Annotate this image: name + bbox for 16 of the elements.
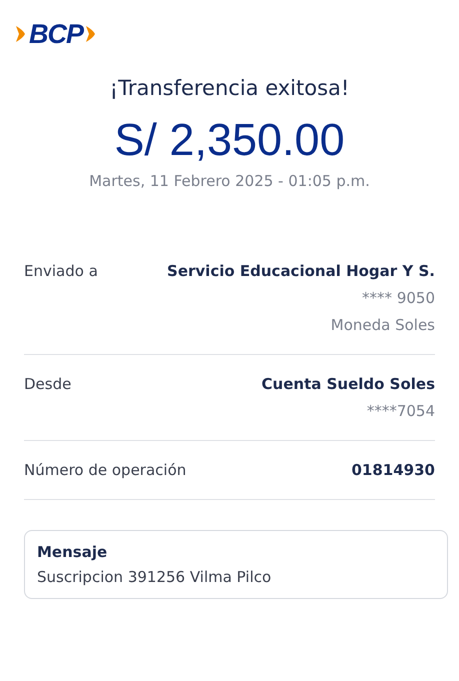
logo-text: BCP — [29, 18, 84, 50]
date: Martes, 11 Febrero 2025 - 01:05 p.m. — [88, 172, 371, 190]
detail-value: Cuenta Sueldo Soles — [262, 375, 435, 393]
detail-value: 01814930 — [352, 461, 435, 479]
chevron-icon — [14, 24, 28, 44]
detail-value: Servicio Educacional Hogar Y S. — [167, 262, 435, 280]
detail-subtext: **** 9050 — [362, 289, 435, 307]
detail-subtext: Moneda Soles — [330, 316, 435, 334]
title: ¡Transferencia exitosa! — [108, 76, 350, 100]
detail-label: Desde — [24, 375, 72, 395]
detail-subtext: ****7054 — [366, 402, 435, 420]
detail-label: Número de operación — [24, 461, 186, 479]
detail-label: Enviado a — [24, 262, 98, 282]
message-text: Suscripcion 391256 Vilma Pilco — [37, 568, 272, 586]
amount: S/ 2,350.00 — [113, 114, 346, 166]
message-title: Mensaje — [37, 543, 108, 561]
